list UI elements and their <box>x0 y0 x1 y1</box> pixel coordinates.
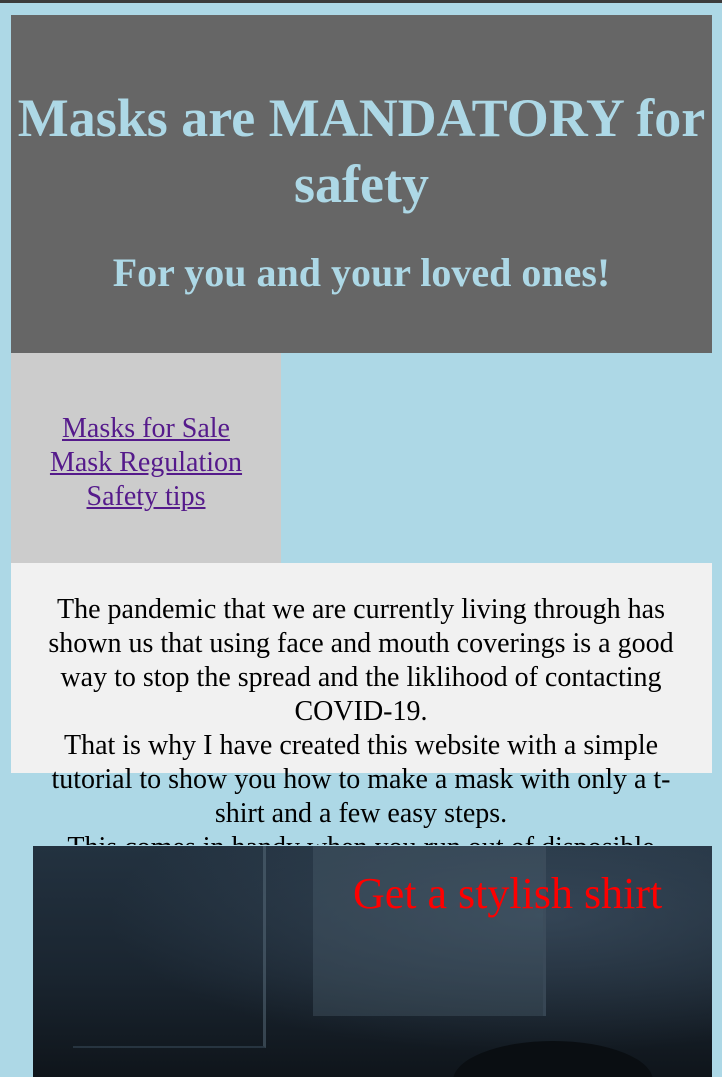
video-foreground-shape <box>453 1041 653 1077</box>
page-title: Masks are MANDATORY for safety <box>17 88 706 214</box>
page-subtitle: For you and your loved ones! <box>112 250 611 295</box>
intro-paragraph: That is why I have created this website … <box>51 730 671 829</box>
nav-link-mask-regulation[interactable]: Mask Regulation <box>50 447 242 478</box>
intro-paragraph: The pandemic that we are currently livin… <box>48 594 674 727</box>
page-header: Masks are MANDATORY for safety For you a… <box>11 15 712 353</box>
nav-item: Mask Regulation <box>11 446 281 480</box>
intro-paragraph: This comes in handy when you run out of … <box>67 832 654 845</box>
nav-item: Safety tips <box>11 480 281 514</box>
tutorial-video[interactable]: Get a stylish shirt <box>33 846 712 1077</box>
nav-list: Masks for Sale Mask Regulation Safety ti… <box>11 412 281 514</box>
nav-link-masks-for-sale[interactable]: Masks for Sale <box>62 413 230 444</box>
nav-item: Masks for Sale <box>11 412 281 446</box>
top-border <box>0 0 722 3</box>
video-caption: Get a stylish shirt <box>353 869 663 918</box>
video-background-shape <box>73 846 266 1048</box>
intro-text: The pandemic that we are currently livin… <box>33 593 689 845</box>
sidebar-nav: Masks for Sale Mask Regulation Safety ti… <box>11 353 281 563</box>
nav-link-safety-tips[interactable]: Safety tips <box>87 481 206 512</box>
